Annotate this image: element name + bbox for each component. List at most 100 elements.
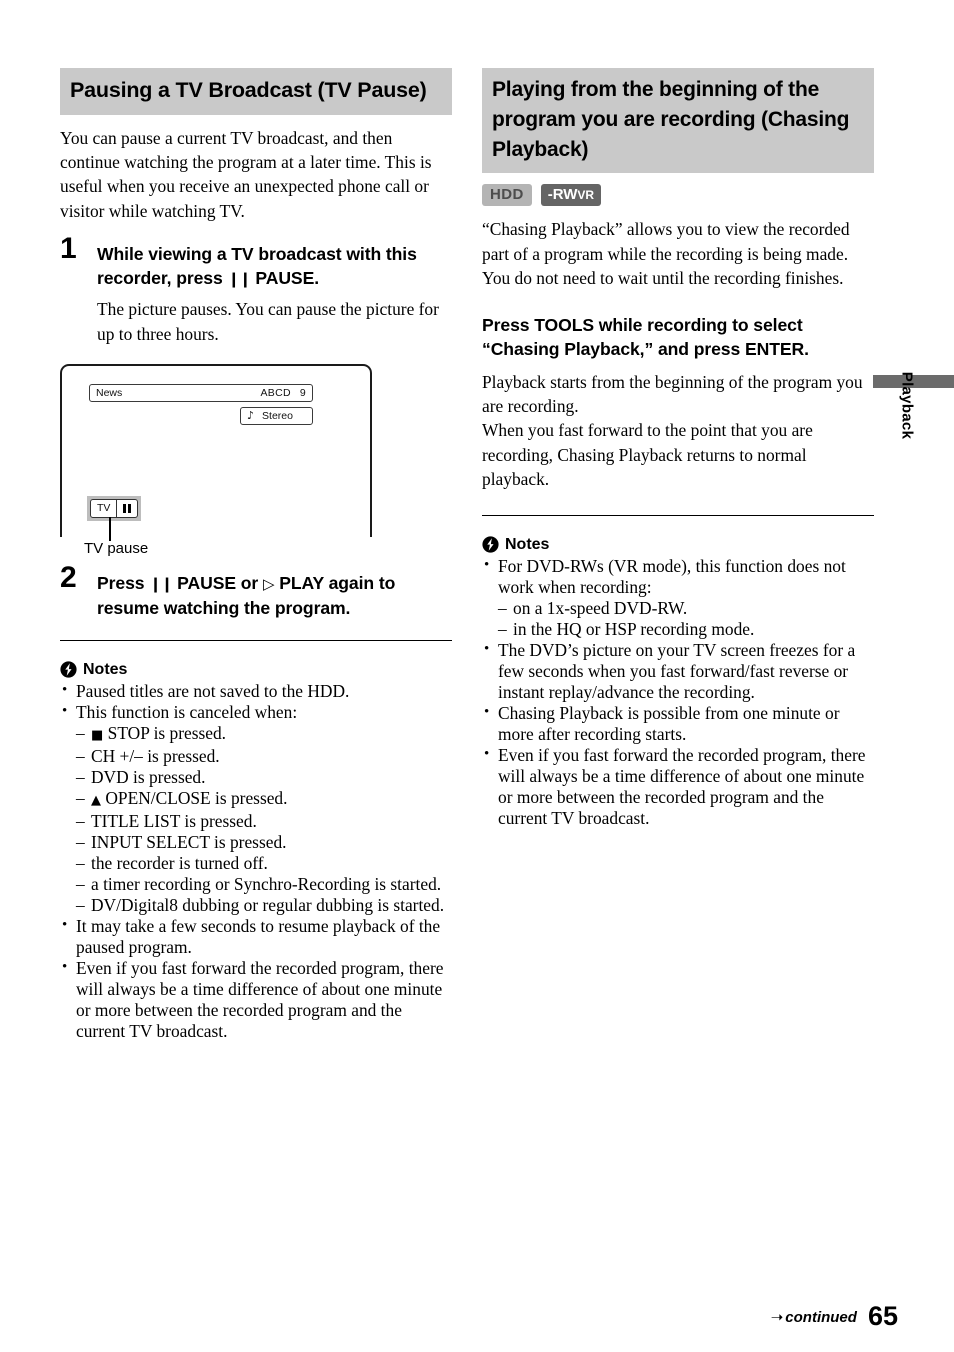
- step-2-title: Press ❙❙ PAUSE or ▷ PLAY again to resume…: [97, 571, 452, 620]
- list-item: the recorder is turned off.: [76, 853, 452, 874]
- side-tab-label: Playback: [898, 371, 916, 440]
- left-notes-heading: Notes: [60, 661, 452, 679]
- step-2: 2 Press ❙❙ PAUSE or ▷ PLAY again to resu…: [60, 562, 452, 620]
- note-text: This function is canceled when:: [76, 701, 298, 722]
- right-notes-label: Notes: [505, 535, 550, 553]
- note-sub-list: ■ STOP is pressed. CH +/– is pressed. DV…: [76, 723, 452, 916]
- step-1-title: While viewing a TV broadcast with this r…: [97, 242, 452, 291]
- step-1-title-text-b: PAUSE.: [255, 268, 319, 289]
- note-sub-text: DV/Digital8 dubbing or regular dubbing i…: [91, 894, 445, 915]
- osd-program-title: News: [96, 386, 123, 399]
- list-item: Even if you fast forward the recorded pr…: [482, 744, 874, 829]
- note-sub-text: in the HQ or HSP recording mode.: [513, 618, 755, 639]
- left-column: Pausing a TV Broadcast (TV Pause) You ca…: [60, 68, 452, 1042]
- badge-rw-vr: -RWVR: [540, 184, 602, 207]
- music-note-icon: ♪: [247, 409, 255, 423]
- flash-circle-icon: [60, 661, 77, 679]
- pause-icon: [116, 499, 137, 517]
- badge-hdd: HDD: [482, 184, 532, 207]
- list-item: For DVD-RWs (VR mode), this function doe…: [482, 555, 874, 640]
- list-item: This function is canceled when: ■ STOP i…: [60, 701, 452, 916]
- caption-leader-line: [109, 516, 111, 541]
- list-item: INPUT SELECT is pressed.: [76, 832, 452, 853]
- osd-status-highlight: TV: [87, 495, 142, 521]
- right-sub-heading: Press TOOLS while recording to select “C…: [482, 314, 809, 359]
- list-item: Paused titles are not saved to the HDD.: [60, 680, 452, 702]
- right-column: Playing from the beginning of the progra…: [482, 68, 874, 829]
- left-section-heading: Pausing a TV Broadcast (TV Pause): [60, 68, 452, 115]
- badge-rw-text: -RW: [547, 186, 578, 204]
- side-tab-playback: Playback: [860, 372, 954, 515]
- osd-channel: ABCD 9: [260, 387, 306, 399]
- disc-type-badges: HDD -RWVR: [482, 184, 874, 207]
- note-sub-text: STOP is pressed.: [107, 722, 227, 743]
- note-sub-text: DVD is pressed.: [91, 766, 206, 787]
- right-notes-heading: Notes: [482, 536, 874, 554]
- note-sub-text: CH +/– is pressed.: [91, 745, 220, 766]
- osd-audio-bar: ♪ Stereo: [240, 406, 313, 425]
- tv-frame: News ABCD 9 ♪ Stereo TV: [60, 363, 372, 537]
- pause-icon: ❙❙: [227, 270, 251, 289]
- list-item: a timer recording or Synchro-Recording i…: [76, 874, 452, 895]
- pause-bars: [123, 503, 132, 513]
- list-item: TITLE LIST is pressed.: [76, 811, 452, 832]
- osd-channel-number: 9: [299, 386, 306, 399]
- step-1-body: The picture pauses. You can pause the pi…: [97, 299, 439, 344]
- play-icon: ▷: [262, 574, 275, 593]
- osd-channel-name: ABCD: [260, 386, 291, 399]
- tv-screen-illustration: News ABCD 9 ♪ Stereo TV TV pause: [60, 363, 372, 557]
- flash-circle-icon: [482, 536, 499, 553]
- left-notes-list: Paused titles are not saved to the HDD. …: [60, 680, 452, 1042]
- list-item: It may take a few seconds to resume play…: [60, 915, 452, 958]
- right-intro-paragraph: “Chasing Playback” allows you to view th…: [482, 219, 850, 289]
- note-sub-text: TITLE LIST is pressed.: [91, 810, 257, 831]
- manual-page: Pausing a TV Broadcast (TV Pause) You ca…: [0, 0, 954, 1352]
- stop-icon: ■: [91, 727, 104, 743]
- figure-caption: TV pause: [84, 539, 149, 557]
- list-item: ■ STOP is pressed.: [76, 723, 452, 746]
- note-text: Even if you fast forward the recorded pr…: [498, 744, 866, 828]
- note-text: It may take a few seconds to resume play…: [76, 915, 441, 957]
- note-text: Chasing Playback is possible from one mi…: [498, 702, 840, 744]
- continued-marker: ➝ continued: [771, 1308, 857, 1330]
- list-item: Chasing Playback is possible from one mi…: [482, 702, 874, 745]
- note-sub-list: on a 1x-speed DVD-RW. in the HQ or HSP r…: [498, 598, 874, 640]
- page-number: 65: [867, 1301, 898, 1331]
- left-notes-label: Notes: [83, 660, 128, 678]
- list-item: DVD is pressed.: [76, 767, 452, 788]
- right-notes-list: For DVD-RWs (VR mode), this function doe…: [482, 555, 874, 829]
- eject-icon: ▲: [91, 792, 101, 808]
- right-divider: [482, 514, 874, 516]
- note-sub-text: a timer recording or Synchro-Recording i…: [91, 873, 442, 894]
- left-divider: [60, 639, 452, 641]
- step-2-number: 2: [60, 560, 77, 594]
- note-text: The DVD’s picture on your TV screen free…: [498, 639, 856, 702]
- step-2-title-text-a: Press: [97, 572, 145, 593]
- list-item: on a 1x-speed DVD-RW.: [498, 598, 874, 619]
- note-text: Even if you fast forward the recorded pr…: [76, 957, 444, 1041]
- note-sub-text: INPUT SELECT is pressed.: [91, 831, 287, 852]
- right-section-heading: Playing from the beginning of the progra…: [482, 68, 874, 174]
- note-sub-text: the recorder is turned off.: [91, 852, 268, 873]
- list-item: CH +/– is pressed.: [76, 746, 452, 767]
- osd-source-label: TV: [97, 502, 111, 515]
- osd-program-bar: News ABCD 9: [89, 383, 313, 402]
- left-intro-paragraph: You can pause a current TV broadcast, an…: [60, 127, 432, 221]
- note-text: Paused titles are not saved to the HDD.: [76, 680, 350, 701]
- page-footer: ➝ continued 65: [771, 1303, 898, 1330]
- list-item: in the HQ or HSP recording mode.: [498, 619, 874, 640]
- right-body-paragraph: Playback starts from the beginning of th…: [482, 371, 863, 490]
- continued-label: continued: [785, 1308, 857, 1326]
- list-item: DV/Digital8 dubbing or regular dubbing i…: [76, 895, 452, 916]
- list-item: The DVD’s picture on your TV screen free…: [482, 639, 874, 703]
- osd-audio-label: Stereo: [262, 409, 293, 422]
- pause-icon: ❙❙: [149, 574, 173, 593]
- step-2-title-text-b: PAUSE or: [177, 572, 259, 593]
- arrow-right-icon: ➝: [770, 1308, 784, 1326]
- list-item: Even if you fast forward the recorded pr…: [60, 957, 452, 1042]
- note-sub-text: OPEN/CLOSE is pressed.: [105, 787, 288, 808]
- step-1: 1 While viewing a TV broadcast with this…: [60, 234, 452, 346]
- note-sub-text: on a 1x-speed DVD-RW.: [513, 597, 688, 618]
- list-item: ▲ OPEN/CLOSE is pressed.: [76, 788, 452, 811]
- note-text: For DVD-RWs (VR mode), this function doe…: [498, 555, 846, 597]
